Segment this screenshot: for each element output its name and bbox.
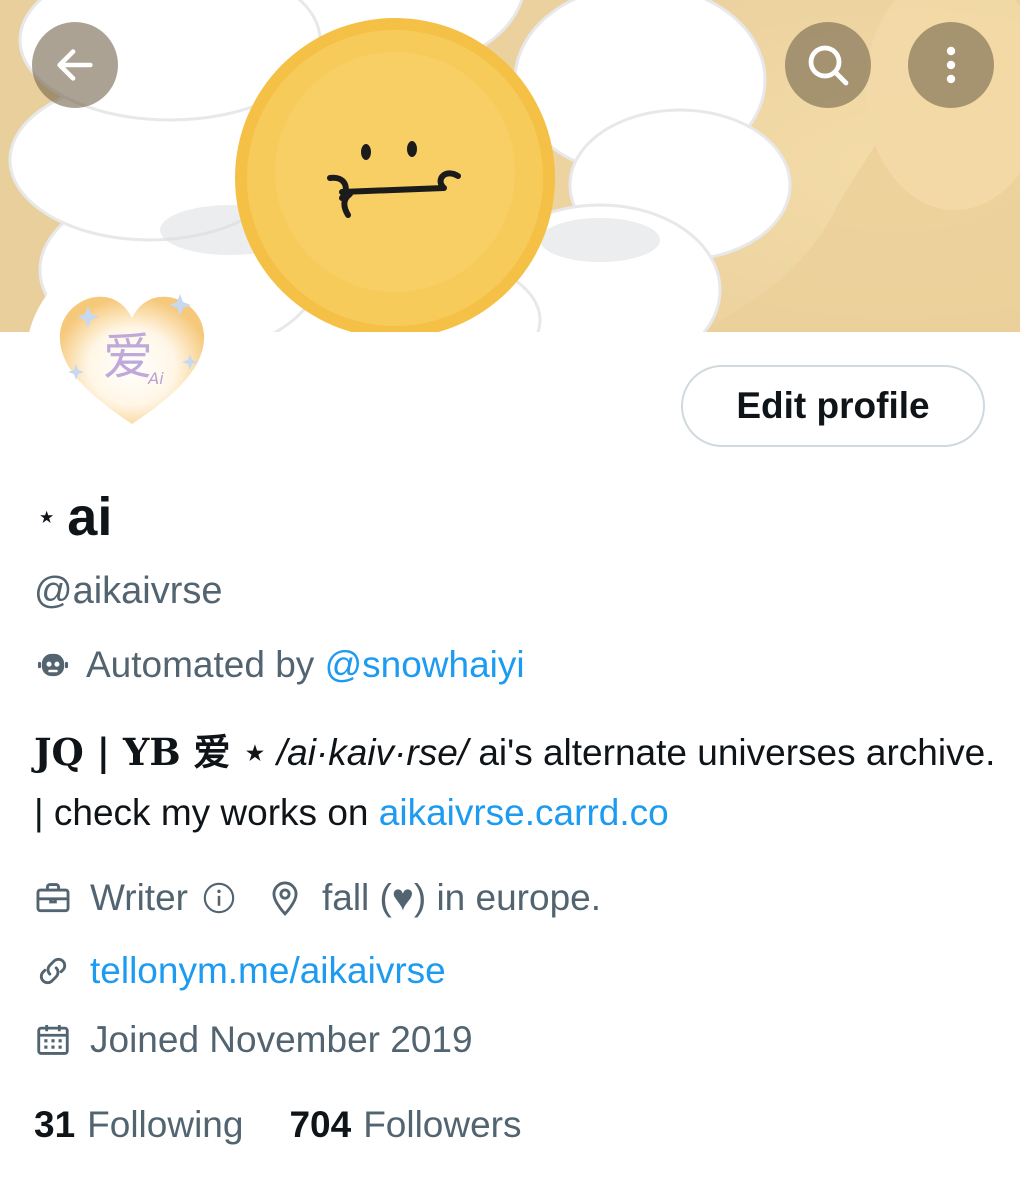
bio-link[interactable]: aikaivrse.carrd.co [379,792,669,833]
followers-label: Followers [363,1104,522,1145]
search-button[interactable] [785,22,871,108]
search-icon [808,45,849,86]
calendar-icon [34,1021,72,1059]
following-count: 31 [34,1104,76,1145]
briefcase-icon [34,879,72,917]
arrow-left-icon [57,49,93,81]
avatar-heart-image: 爱 Ai [59,294,205,424]
bio-pronunciation: /ai·kaiv·rse/ [276,732,469,773]
back-button[interactable] [32,22,118,108]
automated-label: Automated by @snowhaiyi [34,644,525,686]
profile-avatar[interactable]: 爱 Ai [30,256,234,460]
robot-icon [37,653,69,677]
profile-meta-joined: Joined November 2019 [34,1019,473,1061]
more-button[interactable] [908,22,994,108]
profile-joined-date: Joined November 2019 [90,1019,473,1060]
more-vertical-icon [946,46,956,84]
svg-text:Ai: Ai [147,369,164,388]
automated-by-link[interactable]: @snowhaiyi [325,644,525,685]
bio-tags: JQ | YB 爱 ⋆ [34,730,267,774]
automated-text: Automated by [86,644,315,685]
profile-website-link[interactable]: tellonym.me/aikaivrse [90,950,446,992]
profile-meta-category-location: Writer fall (♥) in europe. [34,877,601,919]
edit-profile-button[interactable]: Edit profile [681,365,985,447]
profile-stats: 31 Following 704 Followers [34,1104,568,1146]
info-icon[interactable] [202,881,236,915]
name-star-glyph: ⋆ [36,498,58,536]
display-name: ⋆ ai [36,486,112,548]
profile-location: fall (♥) in europe. [321,877,602,918]
user-handle: @aikaivrse [34,570,223,612]
display-name-text: ai [67,487,113,547]
profile-meta-website: tellonym.me/aikaivrse [34,950,446,992]
svg-text:爱: 爱 [103,328,153,386]
followers-count: 704 [289,1104,352,1145]
profile-bio: JQ | YB 爱 ⋆ /ai·kaiv·rse/ ai's alternate… [34,722,1004,843]
followers-link[interactable]: 704 Followers [289,1104,521,1146]
link-icon [34,952,72,990]
following-label: Following [87,1104,244,1145]
profile-category: Writer [90,877,188,918]
location-pin-icon [266,879,304,917]
following-link[interactable]: 31 Following [34,1104,243,1146]
